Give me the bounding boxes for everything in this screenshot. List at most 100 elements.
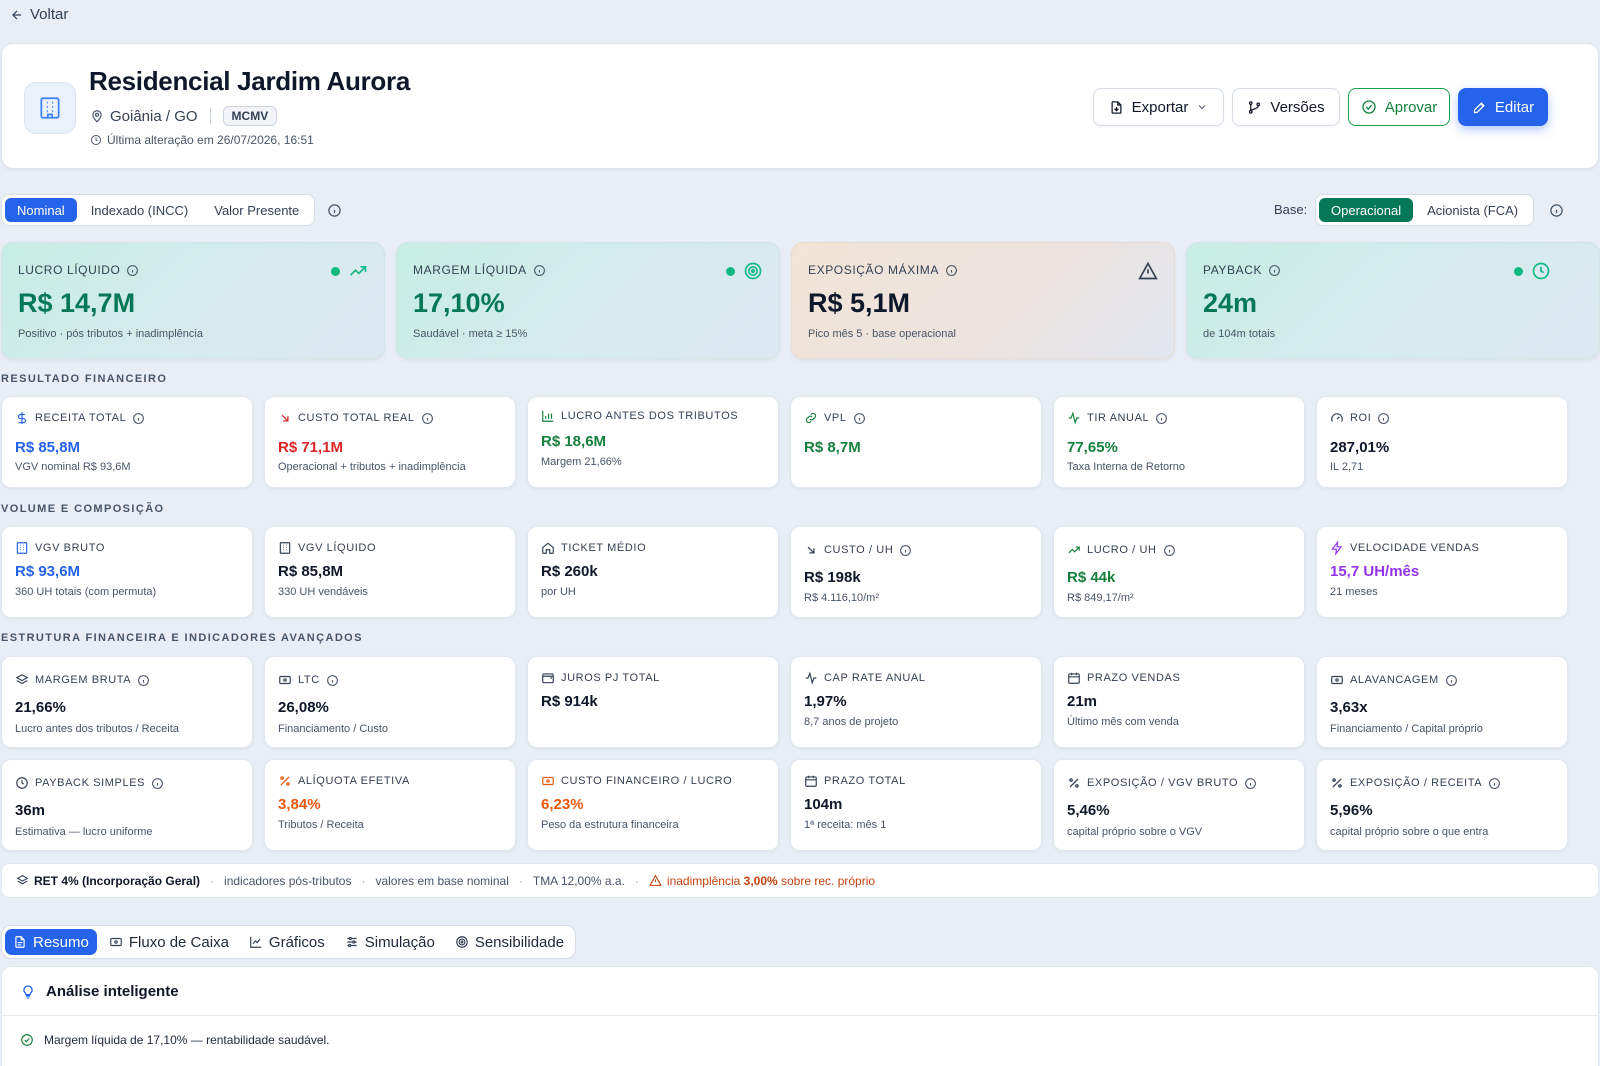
metric-label-row: ALAVANCAGEM <box>1330 673 1458 687</box>
kpi-label: LUCRO LÍQUIDO <box>18 263 121 277</box>
metric-label-row: CUSTO TOTAL REAL <box>278 411 434 425</box>
kpi-label: MARGEM LÍQUIDA <box>413 263 527 277</box>
metric-value: 21,66% <box>15 699 66 716</box>
tab-sensibilidade[interactable]: Sensibilidade <box>447 929 572 955</box>
metric-label-row: VGV BRUTO <box>15 541 105 555</box>
metric-sub: Último mês com venda <box>1067 716 1179 728</box>
kpi-lucro-liquido: LUCRO LÍQUIDO R$ 14,7M Positivo · pós tr… <box>1 242 385 359</box>
metric-label-row: EXPOSIÇÃO / RECEITA <box>1330 776 1501 790</box>
metric-value: 1,97% <box>804 693 847 710</box>
calendar-icon <box>805 775 817 787</box>
calendar-icon <box>1068 672 1080 684</box>
base-label: Base: <box>1274 202 1308 217</box>
info-icon[interactable] <box>1445 674 1458 687</box>
metric-sub: 360 UH totais (com permuta) <box>15 586 157 598</box>
edit-label: Editar <box>1494 98 1535 116</box>
info-icon[interactable] <box>1488 777 1501 790</box>
edit-button[interactable]: Editar <box>1458 88 1548 126</box>
versions-button[interactable]: Versões <box>1232 88 1340 126</box>
metric-label: PAYBACK SIMPLES <box>35 777 146 789</box>
info-icon[interactable] <box>126 264 139 277</box>
view-mode-nominal[interactable]: Nominal <box>5 198 77 222</box>
tab-label: Sensibilidade <box>474 933 565 951</box>
assumption-item: indicadores pós-tributos <box>224 873 352 888</box>
metric-label-row: VGV LÍQUIDO <box>278 541 376 555</box>
metric-custo-uh: CUSTO / UH R$ 198k R$ 4.116,10/m² <box>790 526 1042 618</box>
view-mode-toggle: Nominal Indexado (INCC) Valor Presente <box>1 194 316 226</box>
metric-label: TICKET MÉDIO <box>561 542 647 554</box>
export-label: Exportar <box>1131 98 1189 116</box>
metric-label-row: VPL <box>804 411 866 425</box>
page-title: Residencial Jardim Aurora <box>89 66 410 96</box>
info-icon[interactable] <box>1549 203 1564 218</box>
view-mode-valor-presente[interactable]: Valor Presente <box>202 198 311 222</box>
info-icon[interactable] <box>326 674 339 687</box>
info-icon[interactable] <box>945 264 958 277</box>
info-icon[interactable] <box>137 674 150 687</box>
info-icon[interactable] <box>151 777 164 790</box>
back-link[interactable]: Voltar <box>10 6 68 23</box>
base-operacional[interactable]: Operacional <box>1319 198 1414 222</box>
kpi-status <box>726 261 763 281</box>
tab-fluxo-de-caixa[interactable]: Fluxo de Caixa <box>101 929 237 955</box>
metric-value: 3,63x <box>1330 699 1368 716</box>
info-icon[interactable] <box>421 412 434 425</box>
project-header: Residencial Jardim Aurora Goiânia / GO M… <box>1 43 1599 169</box>
info-icon[interactable] <box>899 544 912 557</box>
approve-button[interactable]: Aprovar <box>1348 88 1450 126</box>
tab-resumo[interactable]: Resumo <box>5 929 97 955</box>
info-icon[interactable] <box>1244 777 1257 790</box>
info-icon[interactable] <box>1268 264 1281 277</box>
git-branch-icon <box>1249 100 1261 114</box>
metric-vgv-bruto: VGV BRUTO R$ 93,6M 360 UH totais (com pe… <box>1 526 253 618</box>
metric-ticket-medio: TICKET MÉDIO R$ 260k por UH <box>527 526 779 618</box>
info-icon[interactable] <box>132 412 145 425</box>
arrow-down-right-icon <box>281 414 289 422</box>
kpi-label: PAYBACK <box>1203 263 1263 277</box>
kpi-sub: Positivo · pós tributos + inadimplência <box>18 328 203 340</box>
tab-label: Fluxo de Caixa <box>128 933 229 951</box>
info-icon[interactable] <box>1155 412 1168 425</box>
sliders-icon <box>347 936 357 948</box>
metric-value: 6,23% <box>541 796 584 813</box>
section-title: VOLUME E COMPOSIÇÃO <box>1 503 165 515</box>
metric-sub: Estimativa — lucro uniforme <box>15 826 153 838</box>
metric-ltc: LTC 26,08% Financiamento / Custo <box>264 656 516 748</box>
metric-sub: Operacional + tributos + inadimplência <box>278 461 466 473</box>
kpi-sub: Saudável · meta ≥ 15% <box>413 328 528 340</box>
info-icon[interactable] <box>533 264 546 277</box>
kpi-status <box>331 261 368 281</box>
info-icon[interactable] <box>1377 412 1390 425</box>
metric-sub: Financiamento / Capital próprio <box>1330 723 1483 735</box>
export-button[interactable]: Exportar <box>1093 88 1224 126</box>
metric-label: VPL <box>824 412 847 424</box>
last-modified-text: Última alteração em 26/07/2026, 16:51 <box>107 133 314 147</box>
metric-velocidade-vendas: VELOCIDADE VENDAS 15,7 UH/mês 21 meses <box>1316 526 1568 618</box>
metric-sub: Peso da estrutura financeira <box>541 819 679 831</box>
base-acionista[interactable]: Acionista (FCA) <box>1415 198 1530 222</box>
metric-label: CUSTO / UH <box>824 544 894 556</box>
metric-label-row: JUROS PJ TOTAL <box>541 671 660 685</box>
info-icon[interactable] <box>1163 544 1176 557</box>
metric-value: R$ 8,7M <box>804 439 861 456</box>
metric-label-row: EXPOSIÇÃO / VGV BRUTO <box>1067 776 1257 790</box>
metric-label-row: CAP RATE ANUAL <box>804 671 926 685</box>
info-icon[interactable] <box>327 203 342 218</box>
tab-simulacao[interactable]: Simulação <box>337 929 443 955</box>
map-pin-icon <box>92 110 102 123</box>
metric-label: PRAZO TOTAL <box>824 775 906 787</box>
tab-graficos[interactable]: Gráficos <box>241 929 333 955</box>
info-icon[interactable] <box>853 412 866 425</box>
metric-prazo-total: PRAZO TOTAL 104m 1ª receita: mês 1 <box>790 759 1042 851</box>
kpi-sub: de 104m totais <box>1203 328 1276 340</box>
view-mode-indexado[interactable]: Indexado (INCC) <box>79 198 201 222</box>
metric-juros-pj: JUROS PJ TOTAL R$ 914k <box>527 656 779 748</box>
metric-value: 77,65% <box>1067 439 1118 456</box>
metric-label-row: PRAZO VENDAS <box>1067 671 1180 685</box>
metric-value: 5,96% <box>1330 802 1373 819</box>
regime-text: RET 4% (Incorporação Geral) <box>34 873 201 888</box>
metric-label-row: LUCRO ANTES DOS TRIBUTOS <box>541 409 738 423</box>
kpi-label-row: EXPOSIÇÃO MÁXIMA <box>808 263 958 277</box>
kpi-exposicao-maxima: EXPOSIÇÃO MÁXIMA R$ 5,1M Pico mês 5 · ba… <box>791 242 1175 359</box>
metric-sub: capital próprio sobre o VGV <box>1067 826 1203 838</box>
